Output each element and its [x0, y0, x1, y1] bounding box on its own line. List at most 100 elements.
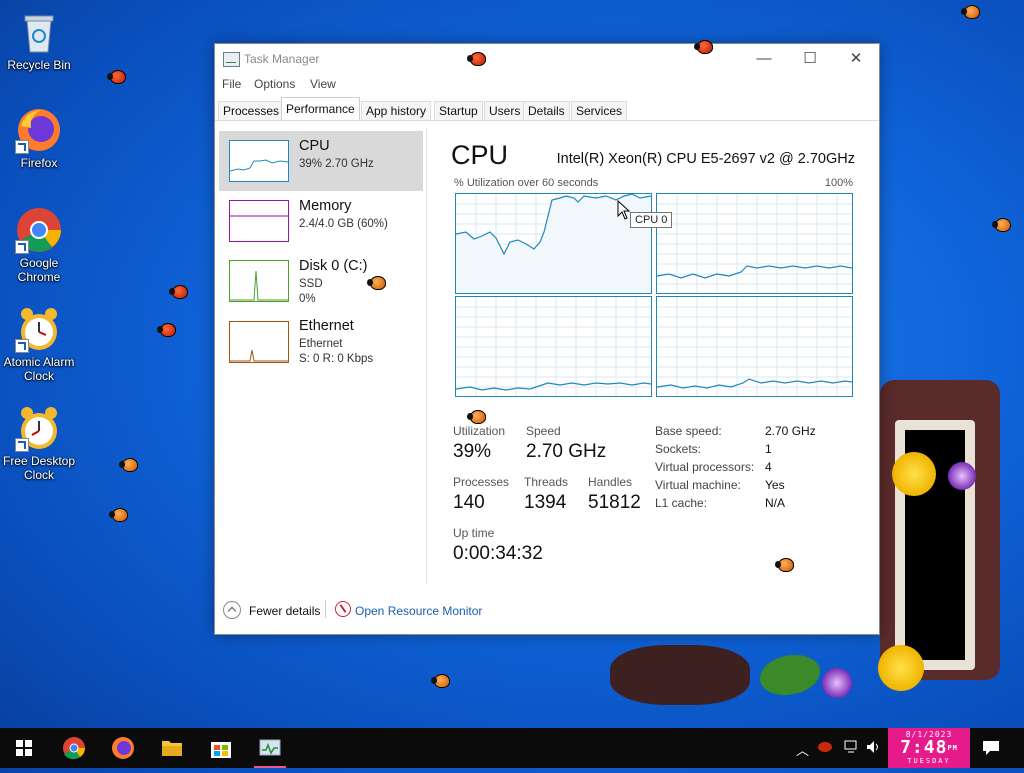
ladybug-icon [467, 410, 486, 424]
desktop-icon-label: Recycle Bin [7, 58, 71, 72]
detail-label: Virtual processors: [655, 460, 755, 474]
minimize-button[interactable]: — [741, 44, 787, 74]
ladybug-icon [961, 5, 980, 19]
desktop-icon-label: Atomic Alarm Clock [3, 355, 75, 383]
volume-icon[interactable] [866, 740, 882, 757]
taskbar-task-manager[interactable] [246, 728, 294, 768]
leaf-decoration [610, 645, 750, 705]
close-button[interactable]: ✕ [833, 44, 879, 74]
detail-value: 1 [765, 442, 772, 456]
menu-file[interactable]: File [222, 77, 241, 91]
ethernet-thumbnail-graph [229, 321, 289, 363]
firefox-icon [15, 106, 63, 154]
chrome-icon [15, 206, 63, 254]
resource-disk[interactable]: Disk 0 (C:) SSD 0% [219, 251, 423, 311]
ladybug-icon [367, 276, 386, 290]
task-manager-icon [223, 52, 240, 67]
tab-app-history[interactable]: App history [361, 101, 432, 120]
handles-label: Handles [588, 475, 633, 489]
ladybug-icon [119, 458, 138, 472]
yellow-rose-decoration [892, 452, 936, 496]
handles-value: 51812 [588, 492, 641, 513]
threads-value: 1394 [524, 492, 567, 513]
shortcut-arrow-icon [15, 339, 29, 353]
clock-day: TUESDAY [907, 757, 951, 765]
tab-performance[interactable]: Performance [281, 97, 360, 120]
cpu-2-graph[interactable] [455, 296, 652, 397]
open-resource-monitor-link[interactable]: Open Resource Monitor [355, 604, 482, 618]
tab-users[interactable]: Users [484, 101, 526, 120]
detail-label: Virtual machine: [655, 478, 741, 492]
start-button[interactable] [0, 728, 48, 768]
window-title: Task Manager [244, 52, 320, 66]
clock-time: 7:48 [900, 737, 948, 758]
purple-flower-decoration [948, 462, 976, 490]
tab-details[interactable]: Details [523, 101, 570, 120]
tab-processes[interactable]: Processes [218, 101, 285, 120]
ladybug-icon [109, 508, 128, 522]
windows-logo-icon [16, 740, 32, 756]
desktop-icon-atomic-alarm-clock[interactable]: Atomic Alarm Clock [0, 305, 78, 383]
show-hidden-icons-chevron-icon[interactable]: ︿ [796, 740, 809, 759]
menu-options[interactable]: Options [254, 77, 295, 91]
desktop-icon-free-desktop-clock[interactable]: Free Desktop Clock [0, 404, 78, 482]
ladybug-icon [467, 52, 486, 66]
menu-view[interactable]: View [310, 77, 336, 91]
panel-title: CPU [451, 140, 509, 170]
purple-flower-decoration [822, 668, 852, 698]
shortcut-arrow-icon [15, 438, 29, 452]
clock-time-row: 7:48PM [888, 739, 970, 757]
desktop-clock-icon [15, 404, 63, 452]
tab-services[interactable]: Services [571, 101, 628, 120]
ladybug-icon [992, 218, 1011, 232]
speed-label: Speed [526, 424, 561, 438]
desktop-icon-recycle-bin[interactable]: Recycle Bin [0, 8, 78, 72]
recycle-bin-icon [15, 8, 63, 56]
tab-bar: Processes Performance App history Startu… [215, 94, 879, 121]
taskbar-firefox[interactable] [99, 728, 147, 768]
utilization-graph-label: % Utilization over 60 seconds [454, 177, 599, 189]
detail-label: Base speed: [655, 424, 722, 438]
desktop-clock-widget[interactable]: 8/1/2023 7:48PM TUESDAY [888, 728, 970, 768]
taskbar-file-explorer[interactable] [148, 728, 196, 768]
desktop-icon-label: Firefox [20, 156, 58, 170]
folder-icon [162, 741, 182, 756]
detail-label: Sockets: [655, 442, 702, 456]
resource-cpu[interactable]: CPU 39% 2.70 GHz [219, 131, 423, 191]
title-bar[interactable]: Task Manager — ☐ ✕ [215, 44, 879, 74]
cpu-1-graph[interactable] [656, 193, 853, 294]
fewer-details-link[interactable]: Fewer details [249, 604, 320, 618]
processes-label: Processes [453, 475, 510, 489]
resource-detail: 0% [299, 293, 316, 305]
maximize-button[interactable]: ☐ [787, 44, 833, 74]
ladybug-icon [775, 558, 794, 572]
resource-list: CPU 39% 2.70 GHz Memory 2.4/4.0 GB (60%)… [215, 121, 425, 591]
detail-value: N/A [765, 496, 786, 510]
leaf-decoration [760, 655, 820, 695]
desktop-icon-firefox[interactable]: Firefox [0, 106, 78, 170]
collapse-chevron-icon[interactable] [223, 601, 241, 619]
tab-startup[interactable]: Startup [434, 101, 483, 120]
resource-monitor-icon[interactable] [335, 601, 351, 617]
cpu-3-graph[interactable] [656, 296, 853, 397]
taskbar-store[interactable] [197, 728, 245, 768]
processes-value: 140 [453, 492, 485, 513]
resource-ethernet[interactable]: Ethernet Ethernet S: 0 R: 0 Kbps [219, 316, 423, 376]
detail-value: 2.70 GHz [765, 424, 816, 438]
detail-value: 4 [765, 460, 772, 474]
network-icon[interactable] [844, 740, 860, 757]
ladybug-tray-icon[interactable] [818, 740, 832, 755]
disk-thumbnail-graph [229, 260, 289, 302]
notifications-icon[interactable] [982, 740, 1000, 759]
desktop-icon-google-chrome[interactable]: Google Chrome [0, 206, 78, 284]
separator [325, 600, 326, 618]
taskbar-chrome[interactable] [50, 728, 98, 768]
resource-memory[interactable]: Memory 2.4/4.0 GB (60%) [219, 191, 423, 251]
task-manager-window: Task Manager — ☐ ✕ File Options View Pro… [214, 43, 880, 635]
mouse-pointer-icon [617, 199, 631, 225]
ladybug-icon [169, 285, 188, 299]
ladybug-icon [694, 40, 713, 54]
resource-detail: S: 0 R: 0 Kbps [299, 353, 374, 365]
menu-bar: File Options View [215, 74, 879, 94]
ladybug-icon [157, 323, 176, 337]
